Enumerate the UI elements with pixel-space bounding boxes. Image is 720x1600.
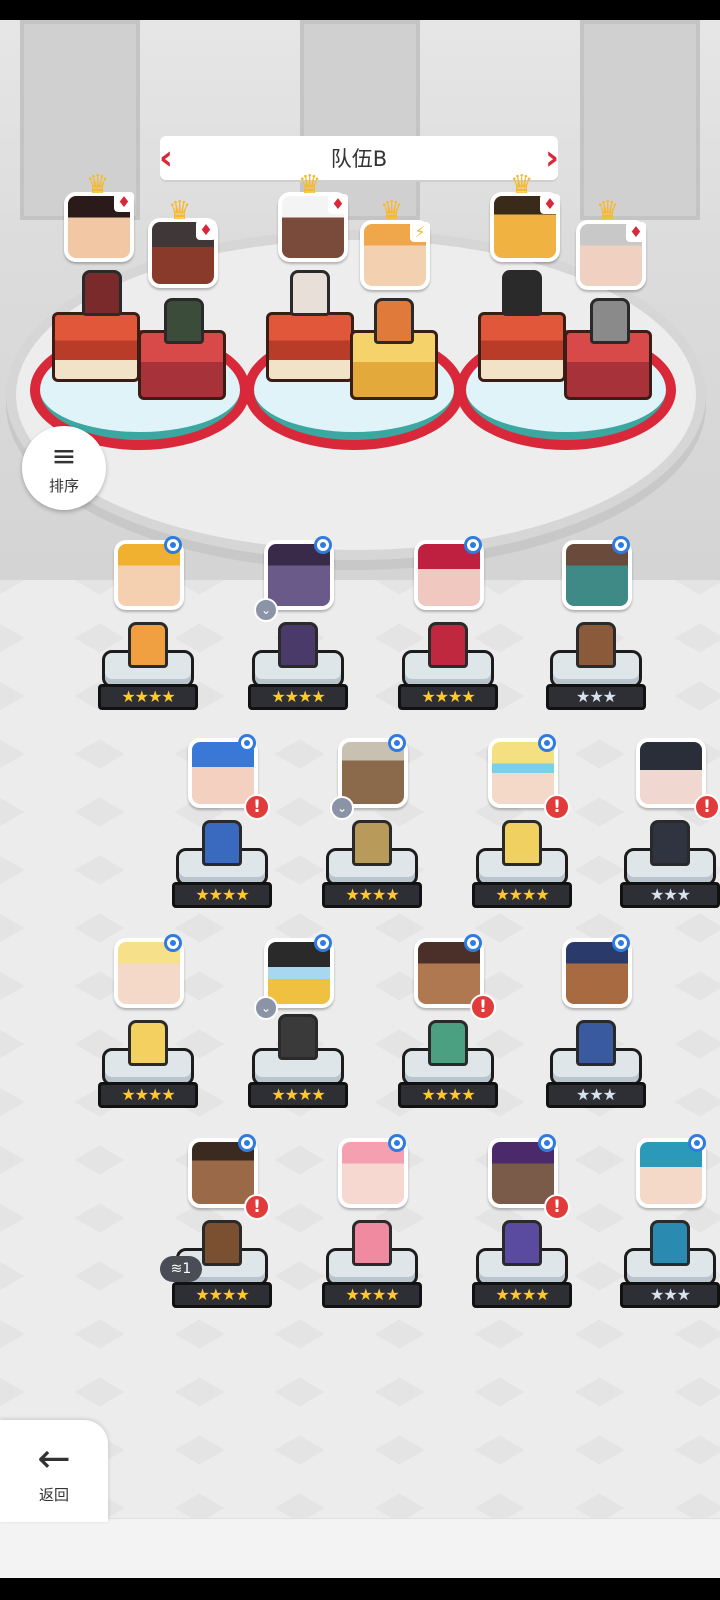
- chevron-right-icon[interactable]: ›: [540, 138, 564, 178]
- hero-sprite[interactable]: [278, 622, 318, 668]
- chevron-left-icon[interactable]: ‹: [154, 138, 178, 178]
- system-bottom-bar: [0, 1578, 720, 1600]
- arena-pillar: [580, 20, 700, 220]
- star-rating: ★★★: [546, 684, 646, 710]
- blue-dot-icon: [612, 536, 630, 554]
- crown-icon: ♛: [596, 196, 620, 226]
- star-rating: ★★★: [620, 882, 720, 908]
- arena-pillar: [20, 20, 140, 220]
- sort-icon: ≡: [51, 438, 77, 474]
- level-value: 1: [182, 1261, 192, 1277]
- alert-icon: !: [544, 794, 570, 820]
- blue-dot-icon: [314, 536, 332, 554]
- blue-dot-icon: [238, 1134, 256, 1152]
- formation-platform-cake[interactable]: [478, 312, 566, 382]
- blue-dot-icon: [388, 1134, 406, 1152]
- suit-diamond-icon: ♦: [540, 194, 560, 214]
- blue-dot-icon: [164, 536, 182, 554]
- hero-portrait[interactable]: [636, 738, 706, 808]
- hero-sprite[interactable]: [202, 1220, 242, 1266]
- rank-icon: ⌄: [254, 598, 278, 622]
- alert-icon: !: [244, 1194, 270, 1220]
- star-rating: ★★★★: [172, 882, 272, 908]
- hero-sprite[interactable]: [374, 298, 414, 344]
- hero-sprite[interactable]: [164, 298, 204, 344]
- blue-dot-icon: [538, 734, 556, 752]
- status-bar: [0, 0, 720, 20]
- sort-label: 排序: [48, 476, 79, 495]
- star-rating: ★★★★: [98, 1082, 198, 1108]
- star-rating: ★★★: [620, 1282, 720, 1308]
- hero-sprite[interactable]: [352, 1220, 392, 1266]
- sort-button[interactable]: ≡ 排序: [22, 426, 106, 510]
- back-button[interactable]: ← 返回: [0, 1420, 108, 1522]
- hero-sprite[interactable]: [352, 820, 392, 866]
- rank-icon: ⌄: [330, 796, 354, 820]
- suit-lightning-icon: ⚡: [410, 222, 430, 242]
- star-rating: ★★★★: [472, 882, 572, 908]
- suit-diamond-icon: ♦: [114, 192, 134, 212]
- hero-sprite[interactable]: [428, 1020, 468, 1066]
- star-rating: ★★★★: [398, 684, 498, 710]
- suit-diamond-icon: ♦: [328, 194, 348, 214]
- alert-icon: !: [470, 994, 496, 1020]
- alert-icon: !: [694, 794, 720, 820]
- hero-sprite[interactable]: [576, 622, 616, 668]
- hero-sprite[interactable]: [128, 622, 168, 668]
- back-label: 返回: [38, 1485, 69, 1504]
- hero-sprite[interactable]: [290, 270, 330, 316]
- blue-dot-icon: [238, 734, 256, 752]
- hero-sprite[interactable]: [576, 1020, 616, 1066]
- team-name: 队伍B: [330, 147, 388, 171]
- formation-platform-cake[interactable]: [52, 312, 140, 382]
- blue-dot-icon: [388, 734, 406, 752]
- hero-sprite[interactable]: [202, 820, 242, 866]
- blue-dot-icon: [464, 934, 482, 952]
- crown-icon: ♛: [168, 196, 192, 226]
- crown-icon: ♛: [510, 170, 534, 200]
- alert-icon: !: [244, 794, 270, 820]
- hero-sprite[interactable]: [278, 1014, 318, 1060]
- crown-icon: ♛: [380, 196, 404, 226]
- hero-sprite[interactable]: [650, 820, 690, 866]
- formation-platform-cake[interactable]: [266, 312, 354, 382]
- hero-sprite[interactable]: [502, 1220, 542, 1266]
- hero-sprite[interactable]: [590, 298, 630, 344]
- blue-dot-icon: [688, 1134, 706, 1152]
- star-rating: ★★★: [546, 1082, 646, 1108]
- level-tag: ≋1: [160, 1256, 202, 1282]
- star-rating: ★★★★: [98, 684, 198, 710]
- hero-face: [640, 742, 702, 804]
- hero-sprite[interactable]: [650, 1220, 690, 1266]
- star-rating: ★★★★: [322, 1282, 422, 1308]
- blue-dot-icon: [464, 536, 482, 554]
- crown-icon: ♛: [86, 170, 110, 200]
- star-rating: ★★★★: [398, 1082, 498, 1108]
- star-rating: ★★★★: [248, 1082, 348, 1108]
- stack-icon: ≋: [170, 1261, 183, 1277]
- hero-sprite[interactable]: [502, 820, 542, 866]
- crown-icon: ♛: [298, 170, 322, 200]
- hero-sprite[interactable]: [128, 1020, 168, 1066]
- hero-sprite[interactable]: [428, 622, 468, 668]
- star-rating: ★★★★: [248, 684, 348, 710]
- bottom-strip: [0, 1518, 720, 1578]
- hero-sprite[interactable]: [82, 270, 122, 316]
- team-banner[interactable]: ‹ 队伍B ›: [159, 136, 559, 180]
- back-arrow-icon: ←: [37, 1435, 71, 1482]
- suit-diamond-icon: ♦: [196, 220, 216, 240]
- hero-sprite[interactable]: [502, 270, 542, 316]
- alert-icon: !: [544, 1194, 570, 1220]
- star-rating: ★★★★: [322, 882, 422, 908]
- star-rating: ★★★★: [172, 1282, 272, 1308]
- star-rating: ★★★★: [472, 1282, 572, 1308]
- blue-dot-icon: [538, 1134, 556, 1152]
- rank-icon: ⌄: [254, 996, 278, 1020]
- suit-diamond-icon: ♦: [626, 222, 646, 242]
- blue-dot-icon: [314, 934, 332, 952]
- blue-dot-icon: [612, 934, 630, 952]
- blue-dot-icon: [164, 934, 182, 952]
